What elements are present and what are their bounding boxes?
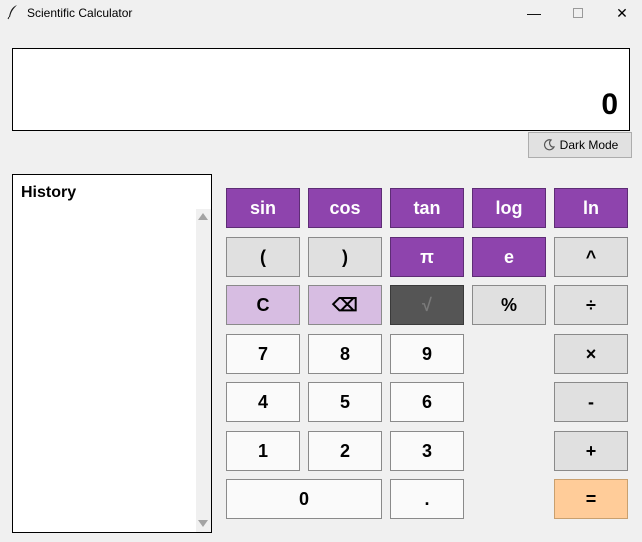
pi-button[interactable]: π [390, 237, 464, 277]
decimal-button[interactable]: . [390, 479, 464, 519]
power-button[interactable]: ^ [554, 237, 628, 277]
maximize-button[interactable] [556, 0, 600, 26]
digit-8-button[interactable]: 8 [308, 334, 382, 374]
digit-7-button[interactable]: 7 [226, 334, 300, 374]
minus-button[interactable]: - [554, 382, 628, 422]
plus-button[interactable]: + [554, 431, 628, 471]
close-button[interactable]: ✕ [600, 0, 642, 26]
left-paren-button[interactable]: ( [226, 237, 300, 277]
log-button[interactable]: log [472, 188, 546, 228]
tan-button[interactable]: tan [390, 188, 464, 228]
calculator-display: 0 [12, 48, 630, 131]
e-button[interactable]: e [472, 237, 546, 277]
scroll-up-icon[interactable] [198, 213, 208, 220]
cos-button[interactable]: cos [308, 188, 382, 228]
maximize-icon [573, 8, 583, 18]
digit-4-button[interactable]: 4 [226, 382, 300, 422]
moon-icon [543, 139, 555, 151]
backspace-button[interactable]: ⌫ [308, 285, 382, 325]
dark-mode-button[interactable]: Dark Mode [528, 132, 632, 158]
history-scrollbar[interactable] [196, 209, 211, 532]
percent-button[interactable]: % [472, 285, 546, 325]
history-panel: History [12, 174, 212, 533]
equals-button[interactable]: = [554, 479, 628, 519]
digit-6-button[interactable]: 6 [390, 382, 464, 422]
digit-0-button[interactable]: 0 [226, 479, 382, 519]
minimize-button[interactable]: — [512, 0, 556, 26]
digit-2-button[interactable]: 2 [308, 431, 382, 471]
feather-icon [7, 5, 17, 20]
right-paren-button[interactable]: ) [308, 237, 382, 277]
digit-3-button[interactable]: 3 [390, 431, 464, 471]
digit-5-button[interactable]: 5 [308, 382, 382, 422]
clear-button[interactable]: C [226, 285, 300, 325]
window-title: Scientific Calculator [27, 6, 133, 20]
digit-9-button[interactable]: 9 [390, 334, 464, 374]
multiply-button[interactable]: × [554, 334, 628, 374]
scroll-down-icon[interactable] [198, 520, 208, 527]
display-value: 0 [601, 88, 618, 121]
digit-1-button[interactable]: 1 [226, 431, 300, 471]
sin-button[interactable]: sin [226, 188, 300, 228]
ln-button[interactable]: ln [554, 188, 628, 228]
divide-button[interactable]: ÷ [554, 285, 628, 325]
sqrt-button[interactable]: √ [390, 285, 464, 325]
dark-mode-label: Dark Mode [559, 138, 619, 152]
history-title: History [21, 184, 77, 201]
title-bar: Scientific Calculator — ✕ [0, 0, 642, 26]
